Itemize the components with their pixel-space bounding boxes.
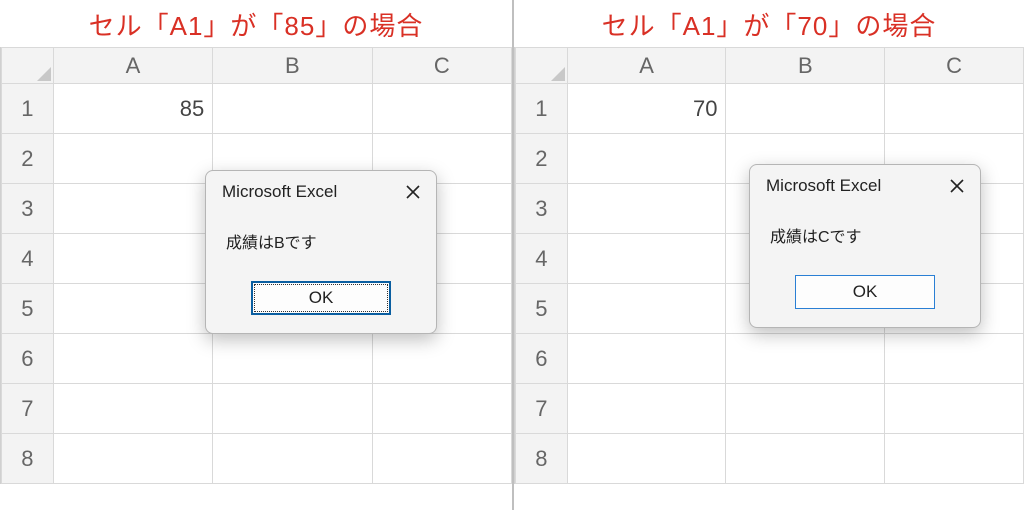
select-all-triangle-icon — [37, 67, 51, 81]
cell-b8[interactable] — [213, 434, 372, 484]
close-icon — [950, 179, 964, 193]
row-header[interactable]: 8 — [2, 434, 54, 484]
ok-button[interactable]: OK — [795, 275, 935, 309]
cell-a4[interactable] — [567, 234, 726, 284]
cell-c8[interactable] — [372, 434, 511, 484]
example-left: セル「A1」が「85」の場合 A B C 185 2 3 — [0, 0, 512, 510]
column-header-c[interactable]: C — [372, 48, 511, 84]
close-button[interactable] — [402, 181, 424, 203]
caption-right: セル「A1」が「70」の場合 — [514, 0, 1024, 47]
cell-a7[interactable] — [53, 384, 212, 434]
row-header[interactable]: 4 — [516, 234, 568, 284]
cell-a6[interactable] — [53, 334, 212, 384]
cell-a6[interactable] — [567, 334, 726, 384]
messagebox-left: Microsoft Excel 成績はBです OK — [205, 170, 437, 334]
dialog-title: Microsoft Excel — [222, 182, 337, 202]
ok-button[interactable]: OK — [251, 281, 391, 315]
dialog-message: 成績はBです — [206, 211, 436, 277]
cell-c8[interactable] — [885, 434, 1024, 484]
cell-c6[interactable] — [372, 334, 511, 384]
messagebox-right: Microsoft Excel 成績はCです OK — [749, 164, 981, 328]
select-all-corner[interactable] — [516, 48, 568, 84]
dialog-titlebar: Microsoft Excel — [206, 171, 436, 211]
cell-a1[interactable]: 70 — [567, 84, 726, 134]
cell-b6[interactable] — [213, 334, 372, 384]
cell-b1[interactable] — [726, 84, 885, 134]
cell-c7[interactable] — [885, 384, 1024, 434]
select-all-corner[interactable] — [2, 48, 54, 84]
cell-b7[interactable] — [726, 384, 885, 434]
column-header-b[interactable]: B — [213, 48, 372, 84]
row-header[interactable]: 4 — [2, 234, 54, 284]
cell-a2[interactable] — [53, 134, 212, 184]
row-header[interactable]: 1 — [516, 84, 568, 134]
dialog-message: 成績はCです — [750, 205, 980, 271]
row-header[interactable]: 3 — [516, 184, 568, 234]
cell-a4[interactable] — [53, 234, 212, 284]
cell-c1[interactable] — [372, 84, 511, 134]
close-button[interactable] — [946, 175, 968, 197]
cell-a2[interactable] — [567, 134, 726, 184]
cell-a1[interactable]: 85 — [53, 84, 212, 134]
row-header[interactable]: 6 — [516, 334, 568, 384]
column-header-c[interactable]: C — [885, 48, 1024, 84]
dialog-title: Microsoft Excel — [766, 176, 881, 196]
select-all-triangle-icon — [551, 67, 565, 81]
row-header[interactable]: 3 — [2, 184, 54, 234]
cell-c6[interactable] — [885, 334, 1024, 384]
row-header[interactable]: 5 — [516, 284, 568, 334]
cell-a3[interactable] — [53, 184, 212, 234]
row-header[interactable]: 7 — [2, 384, 54, 434]
cell-a8[interactable] — [567, 434, 726, 484]
row-header[interactable]: 5 — [2, 284, 54, 334]
close-icon — [406, 185, 420, 199]
dialog-titlebar: Microsoft Excel — [750, 165, 980, 205]
cell-b6[interactable] — [726, 334, 885, 384]
cell-a5[interactable] — [567, 284, 726, 334]
row-header[interactable]: 7 — [516, 384, 568, 434]
row-header[interactable]: 8 — [516, 434, 568, 484]
cell-a3[interactable] — [567, 184, 726, 234]
dialog-footer: OK — [750, 271, 980, 327]
row-header[interactable]: 1 — [2, 84, 54, 134]
cell-c1[interactable] — [885, 84, 1024, 134]
column-header-a[interactable]: A — [567, 48, 726, 84]
row-header[interactable]: 2 — [2, 134, 54, 184]
cell-c7[interactable] — [372, 384, 511, 434]
cell-a8[interactable] — [53, 434, 212, 484]
example-right: セル「A1」が「70」の場合 A B C 170 2 3 — [512, 0, 1024, 510]
column-header-a[interactable]: A — [53, 48, 212, 84]
cell-b1[interactable] — [213, 84, 372, 134]
cell-b8[interactable] — [726, 434, 885, 484]
cell-a7[interactable] — [567, 384, 726, 434]
caption-left: セル「A1」が「85」の場合 — [0, 0, 512, 47]
column-header-b[interactable]: B — [726, 48, 885, 84]
row-header[interactable]: 6 — [2, 334, 54, 384]
cell-a5[interactable] — [53, 284, 212, 334]
row-header[interactable]: 2 — [516, 134, 568, 184]
dialog-footer: OK — [206, 277, 436, 333]
cell-b7[interactable] — [213, 384, 372, 434]
